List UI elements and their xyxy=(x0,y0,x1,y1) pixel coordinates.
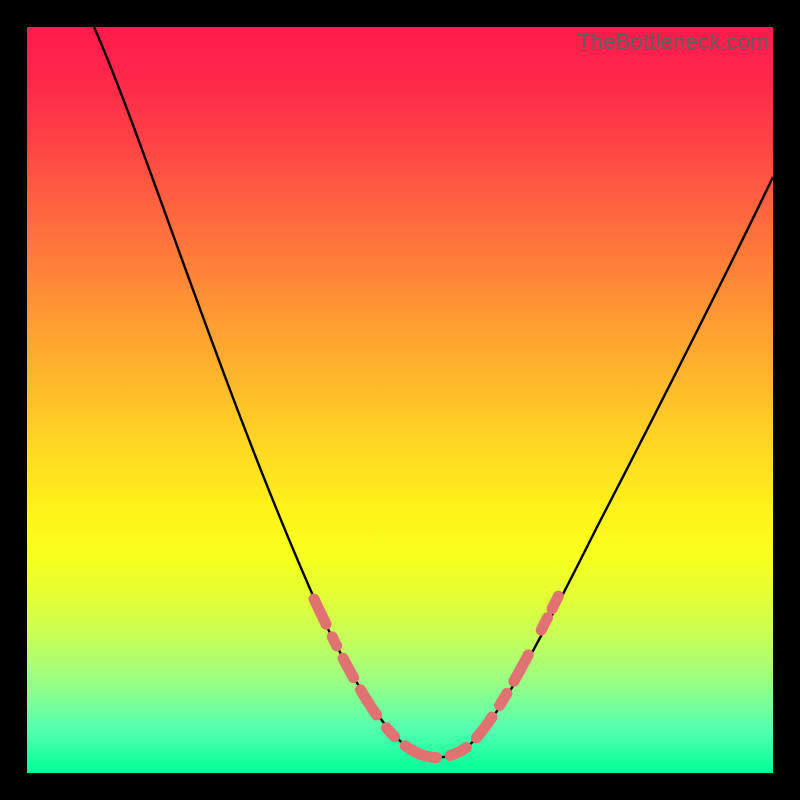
plot-area: TheBottleneck.com xyxy=(27,27,773,773)
bottleneck-curve xyxy=(94,27,773,758)
chart-frame: TheBottleneck.com xyxy=(0,0,800,800)
highlight-segment xyxy=(314,579,567,758)
curve-layer xyxy=(27,27,773,773)
